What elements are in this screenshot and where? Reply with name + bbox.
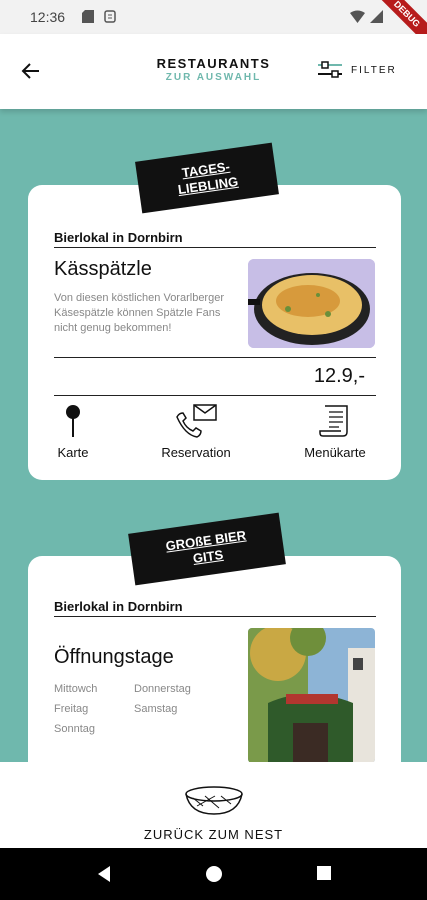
nav-home-icon[interactable]	[205, 865, 223, 883]
tag-label: TAGES- LIEBLING	[176, 158, 240, 198]
day-item: Samstag	[134, 703, 178, 715]
opening-days-list: Donnerstag Samstag	[134, 679, 191, 719]
location-label: Bierlokal in Dornbirn	[54, 599, 183, 614]
menu-scroll-icon	[319, 405, 348, 437]
day-item: Donnerstag	[134, 683, 191, 695]
opening-days-list: Mittowch Freitag Sonntag	[54, 679, 97, 739]
menu-label: Menükarte	[304, 445, 366, 460]
opening-days-heading: Öffnungstage	[54, 646, 174, 668]
map-button[interactable]: Karte	[48, 403, 98, 460]
status-time: 12:36	[30, 9, 66, 25]
nav-back-icon[interactable]	[96, 865, 112, 883]
status-bar: 12:36 DEBUG	[0, 0, 427, 56]
divider	[54, 247, 376, 248]
menu-button[interactable]: Menükarte	[290, 403, 380, 460]
divider	[54, 616, 376, 617]
map-label: Karte	[57, 445, 89, 460]
divider	[54, 395, 376, 396]
app-bar: RESTAURANTS ZUR AUSWAHL FILTER	[0, 34, 427, 109]
price: 12.9,-	[313, 365, 365, 387]
nav-recents-icon[interactable]	[316, 865, 332, 881]
back-to-nest-label: ZURÜCK ZUM NEST	[143, 827, 284, 842]
phone-mail-icon	[176, 404, 217, 438]
dish-description: Von diesen köstlichen Vorarlberger Käses…	[54, 292, 224, 334]
reservation-button[interactable]: Reservation	[146, 403, 246, 460]
dish-name: Kässpätzle	[54, 258, 152, 280]
location-label: Bierlokal in Dornbirn	[54, 230, 183, 245]
map-pin-icon	[66, 405, 80, 437]
day-item: Mittowch	[54, 683, 98, 695]
signal-icon	[370, 10, 383, 23]
divider	[54, 357, 376, 358]
wifi-icon	[350, 10, 365, 23]
filter-label: FILTER	[351, 64, 397, 76]
nest-icon	[184, 786, 243, 815]
dish-photo	[248, 259, 375, 348]
restaurant-photo	[248, 628, 375, 763]
system-nav-bar	[0, 848, 427, 900]
tag-label: GROßE BIER GITS	[164, 527, 247, 566]
filter-sliders-icon	[318, 61, 342, 78]
day-item: Sonntag	[54, 723, 95, 735]
sync-icon	[104, 10, 116, 23]
filter-button[interactable]: FILTER	[317, 61, 397, 79]
day-item: Freitag	[54, 703, 89, 715]
reservation-label: Reservation	[161, 445, 231, 460]
back-to-nest-button[interactable]: ZURÜCK ZUM NEST	[0, 762, 427, 848]
restaurant-card[interactable]: Bierlokal in Dornbirn Kässpätzle Von die…	[28, 185, 401, 480]
sd-card-icon	[82, 10, 94, 23]
